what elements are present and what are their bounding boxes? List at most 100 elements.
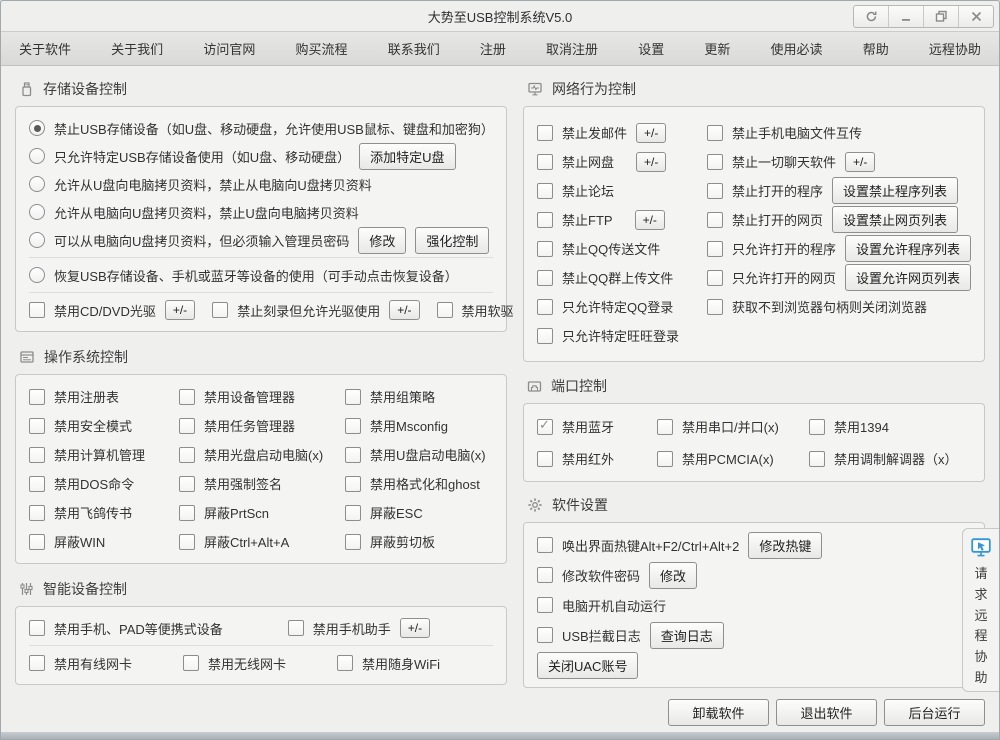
menu-update[interactable]: 更新 [704,39,730,58]
checkbox-usb-intercept-log[interactable] [537,627,553,643]
radio-copy-with-password[interactable] [29,232,45,248]
menu-purchase[interactable]: 购买流程 [296,39,348,58]
close-uac-button[interactable]: 关闭UAC账号 [537,652,638,679]
maximize-button[interactable] [923,6,958,27]
radio-restore-usb-devices[interactable] [29,267,45,283]
refresh-button[interactable] [854,6,888,27]
checkbox-disable-portable-wifi[interactable] [337,655,353,671]
cddvd-plusminus-button[interactable]: +/- [165,300,195,320]
checkbox-close-browser-no-handle[interactable] [707,299,723,315]
checkbox-block-clipboard[interactable] [345,534,361,550]
query-log-button[interactable]: 查询日志 [650,622,724,649]
ftp-plusminus-button[interactable]: +/- [635,210,665,230]
run-background-button[interactable]: 后台运行 [884,699,985,726]
checkbox-disable-1394[interactable] [809,419,825,435]
email-plusminus-button[interactable]: +/- [636,123,666,143]
enhanced-control-button[interactable]: 强化控制 [415,227,489,254]
modify-software-password-button[interactable]: 修改 [649,562,697,589]
menu-remote-assist[interactable]: 远程协助 [929,39,981,58]
checkbox-disable-wireless-nic[interactable] [183,655,199,671]
checkbox-disable-cddvd[interactable] [29,302,45,318]
checkbox-allow-only-webpages[interactable] [707,270,723,286]
add-specific-usb-button[interactable]: 添加特定U盘 [359,143,455,170]
checkbox-forbid-all-chat[interactable] [707,154,723,170]
checkbox-forbid-open-webpages[interactable] [707,212,723,228]
checkbox-disable-serial-parallel[interactable] [657,419,673,435]
menu-settings[interactable]: 设置 [638,39,664,58]
checkbox-disable-task-manager[interactable] [179,418,195,434]
storage-option-row: 恢复USB存储设备、手机或蓝牙等设备的使用（可手动点击恢复设备） [29,261,493,289]
set-allowed-webpages-button[interactable]: 设置允许网页列表 [845,264,971,291]
checkbox-hotkey[interactable] [537,537,553,553]
menu-help[interactable]: 帮助 [863,39,889,58]
checkbox-forbid-qq-file[interactable] [537,241,553,257]
checkbox-forbid-qqgroup-upload[interactable] [537,270,553,286]
checkbox-disable-floppy[interactable] [437,302,453,318]
phone-assistant-plusminus-button[interactable]: +/- [400,618,430,638]
burning-plusminus-button[interactable]: +/- [389,300,419,320]
checkbox-allow-specific-wangwang[interactable] [537,328,553,344]
checkbox-disable-ipmsg[interactable] [29,505,45,521]
checkbox-disable-registry[interactable] [29,389,45,405]
close-button[interactable] [958,6,993,27]
checkbox-disable-infrared[interactable] [537,451,553,467]
checkbox-disable-wired-nic[interactable] [29,655,45,671]
checkbox-disable-cd-boot[interactable] [179,447,195,463]
checkbox-allow-only-programs[interactable] [707,241,723,257]
minimize-button[interactable] [888,6,923,27]
menu-register[interactable]: 注册 [480,39,506,58]
checkbox-modify-password[interactable] [537,567,553,583]
checkbox-disable-dos[interactable] [29,476,45,492]
request-remote-assist-tab[interactable]: 请求远程协助 [962,528,999,692]
checkbox-autorun-on-boot[interactable] [537,597,553,613]
modify-hotkey-button[interactable]: 修改热键 [748,532,822,559]
checkbox-disable-modem[interactable] [809,451,825,467]
menu-contact[interactable]: 联系我们 [388,39,440,58]
checkbox-disable-group-policy[interactable] [345,389,361,405]
checkbox-block-win[interactable] [29,534,45,550]
exit-button[interactable]: 退出软件 [776,699,877,726]
netdisk-plusminus-button[interactable]: +/- [636,152,666,172]
radio-forbid-usb-storage[interactable] [29,120,45,136]
menu-about-us[interactable]: 关于我们 [111,39,163,58]
uninstall-button[interactable]: 卸载软件 [668,699,769,726]
checkbox-block-prtscn[interactable] [179,505,195,521]
checkbox-disable-safe-mode[interactable] [29,418,45,434]
chat-plusminus-button[interactable]: +/- [845,152,875,172]
radio-usb-to-pc-only[interactable] [29,176,45,192]
checkbox-forbid-burning[interactable] [212,302,228,318]
set-allowed-programs-button[interactable]: 设置允许程序列表 [845,235,971,262]
checkbox-disable-msconfig[interactable] [345,418,361,434]
checkbox-disable-pcmcia[interactable] [657,451,673,467]
menu-readme[interactable]: 使用必读 [771,39,823,58]
checkbox-disable-phone-assistant[interactable] [288,620,304,636]
storage-option-row: 只允许特定USB存储设备使用（如U盘、移动硬盘） 添加特定U盘 [29,142,493,170]
checkbox-forbid-email[interactable] [537,125,553,141]
checkbox-disable-bluetooth[interactable] [537,419,553,435]
menu-about-software[interactable]: 关于软件 [19,39,71,58]
radio-pc-to-usb-only[interactable] [29,204,45,220]
checkbox-forbid-phone-pc-transfer[interactable] [707,125,723,141]
net-item: 获取不到浏览器句柄则关闭浏览器 [707,292,971,321]
set-forbidden-programs-button[interactable]: 设置禁止程序列表 [832,177,958,204]
checkbox-disable-computer-mgmt[interactable] [29,447,45,463]
checkbox-forbid-ftp[interactable] [537,212,553,228]
checkbox-label: 获取不到浏览器句柄则关闭浏览器 [732,297,927,316]
checkbox-block-esc[interactable] [345,505,361,521]
checkbox-forbid-open-programs[interactable] [707,183,723,199]
modify-password-button[interactable]: 修改 [358,227,406,254]
checkbox-disable-usb-boot[interactable] [345,447,361,463]
checkbox-forbid-forum[interactable] [537,183,553,199]
checkbox-allow-specific-qq[interactable] [537,299,553,315]
menu-visit-site[interactable]: 访问官网 [203,39,255,58]
radio-allow-specific-usb[interactable] [29,148,45,164]
checkbox-disable-format-ghost[interactable] [345,476,361,492]
checkbox-block-ctrl-alt-a[interactable] [179,534,195,550]
checkbox-forbid-netdisk[interactable] [537,154,553,170]
menu-unregister[interactable]: 取消注册 [546,39,598,58]
checkbox-disable-phone-pad[interactable] [29,620,45,636]
checkbox-disable-device-manager[interactable] [179,389,195,405]
set-forbidden-webpages-button[interactable]: 设置禁止网页列表 [832,206,958,233]
checkbox-disable-force-signing[interactable] [179,476,195,492]
checkbox-label: 屏蔽WIN [54,532,105,551]
